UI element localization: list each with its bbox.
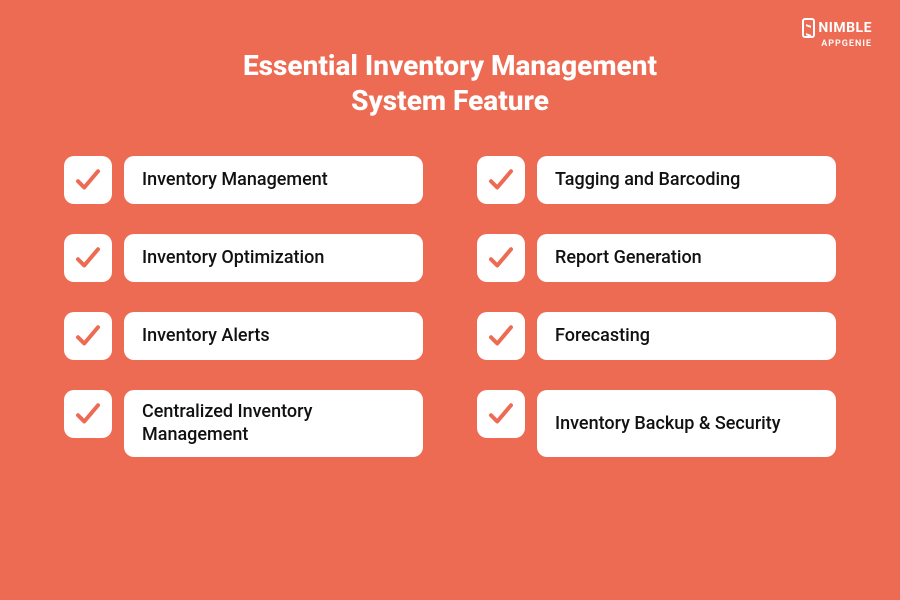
check-icon bbox=[477, 390, 525, 438]
feature-grid: Inventory Management Tagging and Barcodi… bbox=[0, 156, 900, 457]
feature-label: Inventory Alerts bbox=[124, 312, 423, 360]
check-icon bbox=[64, 312, 112, 360]
brand-name: NIMBLE bbox=[818, 21, 872, 36]
check-icon bbox=[477, 234, 525, 282]
feature-label: Inventory Backup & Security bbox=[537, 390, 836, 457]
check-icon bbox=[477, 156, 525, 204]
check-icon bbox=[64, 234, 112, 282]
check-icon bbox=[64, 156, 112, 204]
feature-item: Inventory Alerts bbox=[64, 312, 423, 360]
title-line-1: Essential Inventory Management bbox=[243, 49, 657, 82]
feature-item: Forecasting bbox=[477, 312, 836, 360]
check-icon bbox=[64, 390, 112, 438]
feature-item: Tagging and Barcoding bbox=[477, 156, 836, 204]
feature-label: Centralized Inventory Management bbox=[124, 390, 423, 457]
feature-item: Inventory Backup & Security bbox=[477, 390, 836, 457]
feature-label: Forecasting bbox=[537, 312, 836, 360]
brand-subtitle: APPGENIE bbox=[802, 40, 872, 49]
feature-item: Centralized Inventory Management bbox=[64, 390, 423, 457]
feature-item: Inventory Optimization bbox=[64, 234, 423, 282]
feature-label: Inventory Optimization bbox=[124, 234, 423, 282]
page-title: Essential Inventory Management System Fe… bbox=[0, 0, 900, 156]
logo-mark-icon bbox=[802, 18, 815, 38]
feature-label: Report Generation bbox=[537, 234, 836, 282]
brand-logo: NIMBLE APPGENIE bbox=[802, 18, 872, 49]
feature-label: Tagging and Barcoding bbox=[537, 156, 836, 204]
check-icon bbox=[477, 312, 525, 360]
feature-item: Inventory Management bbox=[64, 156, 423, 204]
feature-item: Report Generation bbox=[477, 234, 836, 282]
feature-label: Inventory Management bbox=[124, 156, 423, 204]
title-line-2: System Feature bbox=[351, 84, 549, 117]
